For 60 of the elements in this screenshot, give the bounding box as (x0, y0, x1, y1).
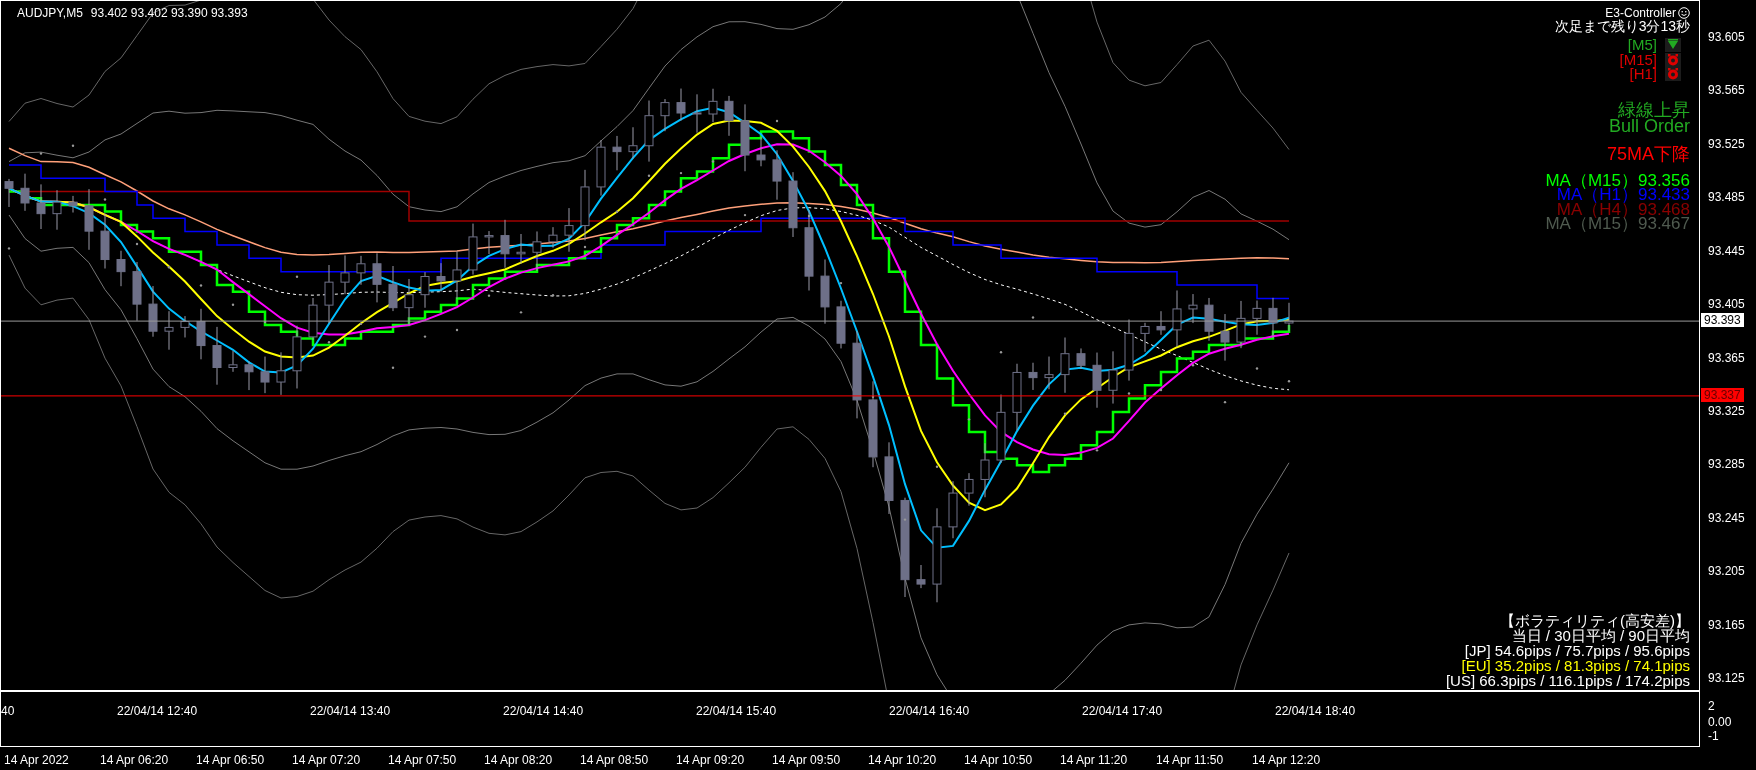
price-label: 93.605 (1708, 30, 1745, 44)
price-label: 93.245 (1708, 510, 1745, 525)
time-axis-label: 14 Apr 06:20 (100, 752, 170, 769)
price-label: 93.525 (1708, 136, 1745, 151)
ma-reading: MA（H4）93.468 (1556, 202, 1690, 217)
controller-name: E3-Controller (1605, 7, 1676, 19)
time-axis-label: 14 Apr 10:20 (868, 752, 938, 769)
trend-message: 75MA下降 (1606, 145, 1690, 162)
time-label: 22/04/14 15:40 (696, 703, 778, 720)
time-axis-label: 14 Apr 07:50 (388, 752, 458, 769)
time-label: 22/04/14 17:40 (1082, 703, 1164, 720)
alarm-icon (1665, 67, 1681, 82)
time-label: 22/04/14 13:40 (310, 703, 392, 720)
time-axis-label: 14 Apr 08:50 (580, 752, 650, 769)
time-axis-label: 14 Apr 06:50 (196, 752, 266, 769)
price-label: 93.325 (1708, 403, 1745, 418)
price-marker: 93.393 (1701, 313, 1744, 328)
time-axis-label: 14 Apr 09:20 (676, 752, 746, 769)
time-axis-label: 14 Apr 2022 (4, 752, 70, 769)
price-label: 93.285 (1708, 457, 1745, 472)
volatility-row: [US] 66.3pips / 116.1pips / 174.2pips (1445, 673, 1690, 688)
funnel-icon (1665, 38, 1681, 53)
time-label: 22/04/14 12:40 (117, 703, 199, 720)
price-label: 93.445 (1708, 243, 1745, 258)
price-label: 93.125 (1708, 671, 1745, 685)
time-label: 40 (1, 703, 16, 720)
timeframe-label: [M5] (1627, 38, 1657, 53)
quote-text: 93.402 93.402 93.390 93.393 (90, 5, 248, 22)
price-label: 93.405 (1708, 297, 1745, 312)
volatility-header: 当日 / 30日平均 / 90日平均 (1511, 628, 1690, 643)
indicator-scale-label: 0.00 (1708, 715, 1732, 729)
ma-reading: MA（M15）93.356 (1545, 173, 1690, 188)
smiley-icon (1678, 7, 1690, 19)
time-label: 22/04/14 14:40 (503, 703, 585, 720)
time-axis-label: 14 Apr 11:20 (1060, 752, 1129, 769)
alert-marker: 93.337 (1701, 387, 1744, 402)
trend-message: 緑線上昇 (1618, 101, 1690, 118)
ma-reading: MA（M15）93.467 (1545, 217, 1690, 232)
indicator-scale-label: 2 (1708, 699, 1715, 713)
price-label: 93.485 (1708, 190, 1745, 205)
time-axis-label: 14 Apr 12:20 (1252, 752, 1322, 769)
volatility-title: 【ボラティリティ(高安差)】 (1500, 613, 1690, 628)
indicator-scale-label: -1 (1708, 729, 1719, 743)
time-label: 22/04/14 18:40 (1275, 703, 1357, 720)
countdown-text: 次足まで残り3分13秒 (1554, 19, 1690, 34)
alarm-icon (1665, 52, 1681, 67)
price-label: 93.165 (1708, 617, 1745, 632)
price-label: 93.565 (1708, 83, 1745, 98)
time-label: 22/04/14 16:40 (889, 703, 971, 720)
time-axis-label: 14 Apr 09:50 (772, 752, 842, 769)
time-axis-label: 14 Apr 11:50 (1156, 752, 1225, 769)
price-label: 93.205 (1708, 564, 1745, 579)
price-label: 93.365 (1708, 350, 1745, 365)
timeframe-label: [H1] (1629, 67, 1657, 82)
trend-message: Bull Order (1608, 117, 1690, 134)
time-axis-label: 14 Apr 07:20 (292, 752, 362, 769)
ma-reading: MA（H1）93.433 (1556, 188, 1690, 203)
symbol-label: AUDJPY,M5 (17, 5, 83, 22)
time-axis-label: 14 Apr 08:20 (484, 752, 554, 769)
time-axis-label: 14 Apr 10:50 (964, 752, 1034, 769)
